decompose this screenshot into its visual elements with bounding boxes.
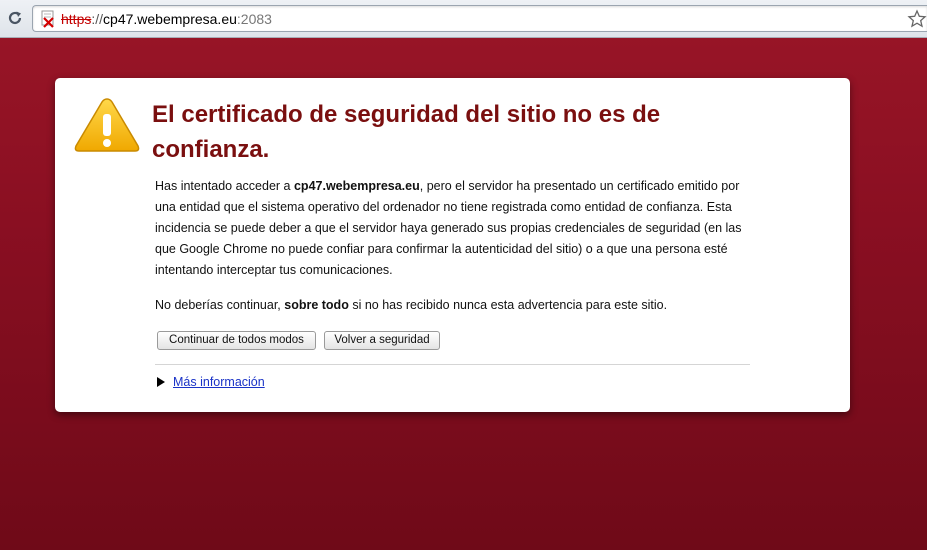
explanation-body: , pero el servidor ha presentado un cert… — [155, 179, 742, 277]
page-title: El certificado de seguridad del sitio no… — [152, 101, 661, 163]
reload-button[interactable] — [4, 7, 26, 29]
url-text[interactable]: https://cp47.webempresa.eu:2083 — [61, 11, 272, 27]
advice-rest: si no has recibido nunca esta advertenci… — [348, 298, 668, 312]
url-port: :2083 — [236, 11, 272, 27]
advice-intro: No deberías continuar, — [155, 298, 285, 312]
more-info-toggle[interactable]: Más información — [157, 373, 265, 391]
url-host: cp47.webempresa.eu — [103, 11, 237, 27]
explanation-host: cp47.webempresa.eu — [293, 179, 420, 193]
url-scheme: https — [61, 11, 92, 27]
ssl-error-panel: El certificado de seguridad del sitio no… — [55, 78, 850, 412]
star-icon[interactable] — [907, 9, 927, 29]
warning-icon — [74, 98, 140, 152]
advice-paragraph: No deberías continuar, sobre todo si no … — [155, 295, 795, 316]
explanation-intro: Has intentado acceder a — [155, 179, 294, 193]
more-info-link[interactable]: Más información — [173, 375, 265, 389]
address-bar[interactable]: https://cp47.webempresa.eu:2083 — [32, 5, 927, 32]
divider — [155, 364, 750, 365]
browser-toolbar: https://cp47.webempresa.eu:2083 — [0, 0, 927, 38]
url-separator: :// — [91, 11, 104, 27]
explanation-paragraph: Has intentado acceder a cp47.webempresa.… — [155, 176, 755, 281]
expand-triangle-icon[interactable] — [157, 377, 165, 387]
advice-emphasis: sobre todo — [284, 298, 349, 312]
back-to-safety-button[interactable]: Volver a seguridad — [324, 331, 440, 350]
broken-lock-icon[interactable] — [39, 10, 57, 28]
reload-icon — [8, 11, 22, 25]
proceed-anyway-button[interactable]: Continuar de todos modos — [157, 331, 316, 350]
